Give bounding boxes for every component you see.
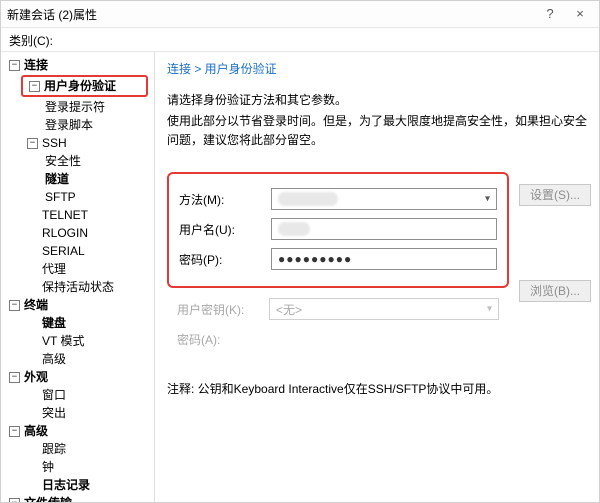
tree-vt-mode[interactable]: VT 模式: [5, 332, 152, 350]
passphrase-label: 密码(A):: [177, 331, 269, 348]
row-user-key: 用户密钥(K): <无> ▾: [177, 296, 499, 322]
tree-proxy[interactable]: 代理: [5, 260, 152, 278]
passphrase-input: [269, 328, 499, 350]
chevron-down-icon: ▾: [487, 304, 492, 315]
auth-form-highlight: 方法(M): ▾ 用户名(U):: [167, 172, 509, 288]
category-label: 类别(C):: [9, 34, 53, 48]
username-value-redacted: [278, 222, 310, 236]
password-input[interactable]: ●●●●●●●●●: [271, 248, 497, 270]
row-method: 方法(M): ▾: [179, 186, 497, 212]
tree-auth[interactable]: − 用户身份验证: [27, 77, 142, 95]
tree-keep-alive[interactable]: 保持活动状态: [5, 278, 152, 296]
collapse-icon[interactable]: −: [9, 426, 20, 437]
footnote: 注释: 公钥和Keyboard Interactive仅在SSH/SFTP协议中…: [167, 380, 591, 397]
collapse-icon[interactable]: −: [9, 498, 20, 503]
user-key-label: 用户密钥(K):: [177, 301, 269, 318]
tree-sftp[interactable]: SFTP: [5, 188, 152, 206]
tree-keyboard[interactable]: 键盘: [5, 314, 152, 332]
username-input[interactable]: [271, 218, 497, 240]
collapse-icon[interactable]: −: [29, 81, 40, 92]
user-key-select: <无> ▾: [269, 298, 499, 320]
help-button[interactable]: ?: [535, 3, 565, 25]
tree-terminal[interactable]: − 终端: [5, 296, 152, 314]
title-bar: 新建会话 (2)属性 ? ×: [1, 1, 599, 28]
tree-login-script[interactable]: 登录脚本: [5, 116, 152, 134]
close-button[interactable]: ×: [565, 3, 595, 25]
tree-logging[interactable]: 日志记录: [5, 476, 152, 494]
method-label: 方法(M):: [179, 191, 271, 208]
tree-rlogin[interactable]: RLOGIN: [5, 224, 152, 242]
category-header: 类别(C):: [1, 28, 599, 52]
dialog-window: 新建会话 (2)属性 ? × 类别(C): − 连接 − 用户身份验证: [0, 0, 600, 503]
tree-window[interactable]: 窗口: [5, 386, 152, 404]
row-password: 密码(P): ●●●●●●●●●: [179, 246, 497, 272]
window-controls: ? ×: [535, 1, 595, 27]
tree-connection[interactable]: − 连接: [5, 56, 152, 74]
tree-file-transfer[interactable]: − 文件传输: [5, 494, 152, 502]
password-label: 密码(P):: [179, 251, 271, 268]
method-value-redacted: [278, 192, 338, 206]
collapse-icon[interactable]: −: [9, 60, 20, 71]
tree-trace[interactable]: 跟踪: [5, 440, 152, 458]
settings-button[interactable]: 设置(S)...: [519, 184, 591, 206]
tree-highlight[interactable]: 突出: [5, 404, 152, 422]
tree-advanced[interactable]: − 高级: [5, 422, 152, 440]
tree-serial[interactable]: SERIAL: [5, 242, 152, 260]
tree-advanced-term[interactable]: 高级: [5, 350, 152, 368]
tree-ssh[interactable]: − SSH: [5, 134, 152, 152]
tree-appearance[interactable]: − 外观: [5, 368, 152, 386]
description-line-1: 请选择身份验证方法和其它参数。: [167, 91, 591, 108]
tree-telnet[interactable]: TELNET: [5, 206, 152, 224]
dialog-body: − 连接 − 用户身份验证 登录提示符 登录脚本 − SS: [1, 52, 599, 502]
row-passphrase: 密码(A):: [177, 326, 499, 352]
collapse-icon[interactable]: −: [27, 138, 38, 149]
method-select[interactable]: ▾: [271, 188, 497, 210]
breadcrumb: 连接 > 用户身份验证: [167, 60, 591, 77]
category-tree[interactable]: − 连接 − 用户身份验证 登录提示符 登录脚本 − SS: [1, 52, 155, 502]
tree-login-prompt[interactable]: 登录提示符: [5, 98, 152, 116]
username-label: 用户名(U):: [179, 221, 271, 238]
tree-security[interactable]: 安全性: [5, 152, 152, 170]
description-line-2: 使用此部分以节省登录时间。但是，为了最大限度地提高安全性，如果担心安全问题，建议…: [167, 112, 591, 150]
tree-tunnel[interactable]: 隧道: [5, 170, 152, 188]
chevron-down-icon: ▾: [485, 194, 490, 205]
tree-bell[interactable]: 钟: [5, 458, 152, 476]
row-username: 用户名(U):: [179, 216, 497, 242]
browse-button[interactable]: 浏览(B)...: [519, 280, 591, 302]
collapse-icon[interactable]: −: [9, 300, 20, 311]
content-pane: 连接 > 用户身份验证 请选择身份验证方法和其它参数。 使用此部分以节省登录时间…: [155, 52, 599, 502]
collapse-icon[interactable]: −: [9, 372, 20, 383]
tree-auth-highlight: − 用户身份验证: [21, 75, 148, 97]
window-title: 新建会话 (2)属性: [7, 6, 97, 23]
